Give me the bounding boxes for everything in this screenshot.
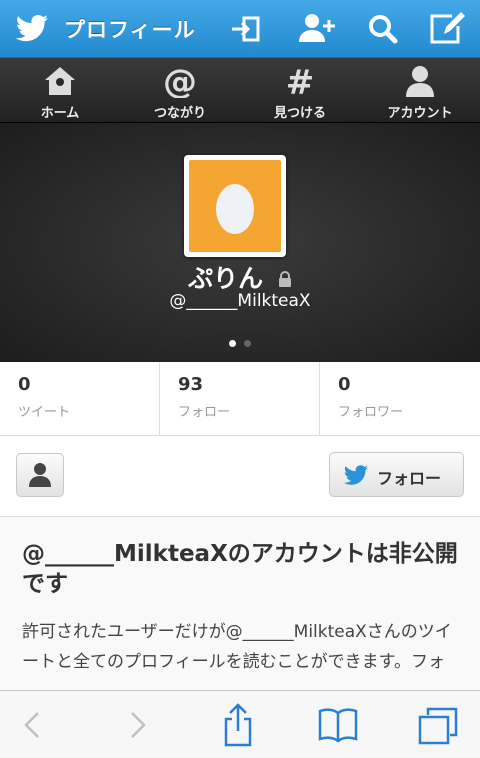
svg-text:#: #: [286, 64, 315, 98]
protected-card: @______MilkteaXのアカウントは非公開です 許可されたユーザーだけが…: [0, 517, 480, 697]
browser-toolbar: [0, 690, 480, 758]
protected-notice: @______MilkteaXのアカウントは非公開です 許可されたユーザーだけが…: [0, 517, 480, 697]
svg-text:@: @: [163, 64, 197, 98]
nav-item-account[interactable]: アカウント: [360, 58, 480, 122]
profile-header[interactable]: ぷりん @______MilkteaX: [0, 123, 480, 362]
twitter-bird-icon: [15, 15, 49, 42]
stat-followers[interactable]: 0 フォロワー: [320, 362, 480, 435]
stat-label: フォロワー: [338, 405, 404, 420]
compose-button[interactable]: [426, 10, 466, 48]
tabs-icon: [418, 707, 458, 745]
person-icon: [29, 463, 51, 487]
search-icon: [369, 15, 398, 44]
book-icon: [318, 708, 358, 743]
stat-label: フォロー: [178, 405, 231, 420]
bookmarks-button[interactable]: [308, 701, 368, 749]
nav-label: 見つける: [273, 106, 326, 121]
chevron-left-icon: [24, 712, 39, 738]
stats-row: 0 ツイート 93 フォロー 0 フォロワー: [0, 362, 480, 436]
follow-button[interactable]: フォロー: [329, 452, 464, 497]
compose-icon: [430, 12, 465, 44]
tabs-button[interactable]: [408, 701, 468, 749]
nav-item-connect[interactable]: @ つながり: [120, 58, 240, 122]
top-bar: プロフィール: [0, 0, 480, 58]
follow-button-label: フォロー: [377, 469, 442, 488]
page-title: プロフィール: [64, 18, 196, 42]
chevron-right-icon: [131, 712, 146, 738]
forward-button[interactable]: [108, 701, 168, 749]
stat-count: 0: [18, 374, 31, 395]
back-button[interactable]: [6, 701, 66, 749]
protected-title: @______MilkteaXのアカウントは非公開です: [22, 541, 458, 597]
person-icon: [406, 66, 434, 97]
stat-count: 93: [178, 374, 204, 395]
add-user-button[interactable]: [296, 10, 336, 48]
share-button[interactable]: [208, 701, 268, 749]
egg-icon: [216, 184, 254, 234]
search-button[interactable]: [364, 10, 404, 48]
avatar[interactable]: [184, 155, 286, 257]
stat-count: 0: [338, 374, 351, 395]
sign-in-icon: [232, 16, 260, 42]
page-indicator-active: [229, 340, 236, 347]
nav-label: つながり: [153, 106, 206, 121]
profile-name-row: ぷりん: [0, 259, 480, 295]
nav-label: アカウント: [387, 106, 453, 121]
home-icon: [45, 67, 75, 95]
profile-handle: @______MilkteaX: [169, 291, 311, 311]
protected-body: 許可されたユーザーだけが@______MilkteaXさんのツイートと全てのプロ…: [22, 622, 452, 672]
hash-icon: #: [286, 64, 315, 98]
profile-name: ぷりん: [188, 264, 264, 293]
at-icon: @: [163, 64, 197, 98]
share-icon: [224, 703, 252, 747]
nav-item-home[interactable]: ホーム: [0, 58, 120, 122]
page-indicator: [244, 340, 251, 347]
lock-icon: [278, 271, 291, 287]
action-row: フォロー: [0, 436, 480, 517]
stat-label: ツイート: [18, 405, 71, 420]
stat-tweets[interactable]: 0 ツイート: [0, 362, 160, 435]
nav-label: ホーム: [40, 106, 80, 121]
twitter-bird-icon: [343, 465, 368, 485]
stat-following[interactable]: 93 フォロー: [160, 362, 320, 435]
nav-item-discover[interactable]: # 見つける: [240, 58, 360, 122]
add-user-icon: [299, 14, 335, 42]
sign-in-button[interactable]: [226, 10, 266, 48]
nav-bar: ホーム @ つながり # 見つける アカウント: [0, 58, 480, 123]
avatar-image: [189, 160, 281, 252]
user-actions-button[interactable]: [16, 453, 64, 497]
